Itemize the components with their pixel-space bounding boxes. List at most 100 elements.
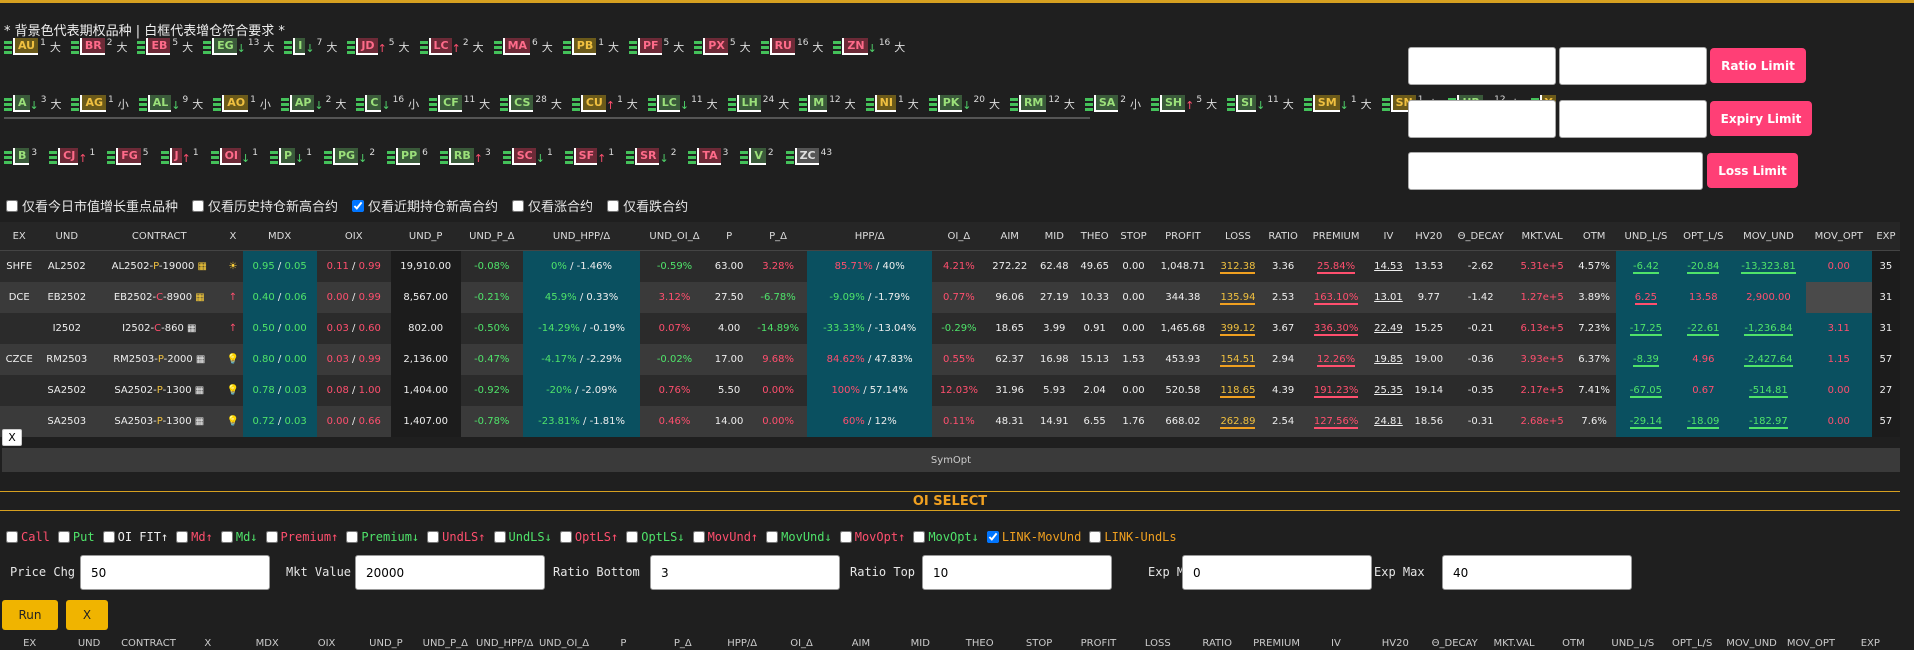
symbol-chip[interactable]: AU 1 大	[4, 38, 61, 55]
oi-filter-option[interactable]: LINK-UndLs	[1089, 530, 1177, 544]
symbol-chip[interactable]: SC ↓ 1	[502, 148, 555, 165]
column-header[interactable]: OIX	[316, 222, 391, 251]
symbol-chip[interactable]: P ↓ 1	[269, 148, 314, 165]
oi-filter-checkbox[interactable]	[102, 531, 115, 543]
oi-filter-option[interactable]: UndLS↑	[427, 530, 486, 544]
oi-filter-option[interactable]: OptLS↓	[626, 530, 685, 544]
filter-option[interactable]: 仅看跌合约	[607, 196, 688, 215]
symbol-chip[interactable]: SR ↓ 2	[626, 148, 678, 165]
oi-filter-checkbox[interactable]	[265, 531, 278, 543]
symbol-chip[interactable]: BR 2 大	[70, 38, 127, 55]
symbol-chip[interactable]: V2	[740, 148, 775, 165]
column-header[interactable]: Θ_DECAY	[1449, 222, 1513, 251]
oi-filter-checkbox[interactable]	[839, 531, 852, 543]
oi-filter-option[interactable]: MovUnd↓	[766, 530, 832, 544]
oi-filter-option[interactable]: Put	[57, 530, 95, 544]
oi-filter-option[interactable]: Md↓	[220, 530, 258, 544]
symbol-chip[interactable]: TA 3	[688, 148, 730, 165]
column-header[interactable]: STOP	[1114, 222, 1153, 251]
expiry-min-input[interactable]	[1408, 100, 1556, 138]
table-row[interactable]: SHFE AL2502 AL2502-P-19000 ▦ ☀ 0.95 / 0.05 0.…	[0, 250, 1900, 282]
oi-filter-option[interactable]: MovOpt↓	[913, 530, 979, 544]
symbol-chip[interactable]: AO 1 小	[213, 95, 271, 112]
table-row[interactable]: I2502 I2502-C-860 ▦ ↑ 0.50 / 0.00 0.03 / 0.6…	[0, 313, 1900, 344]
oi-filter-checkbox[interactable]	[913, 531, 926, 543]
column-header[interactable]: MOV_OPT	[1805, 222, 1872, 251]
symbol-chip[interactable]: B3	[4, 148, 39, 165]
column-header[interactable]: AIM	[985, 222, 1035, 251]
loss-limit-input[interactable]	[1408, 152, 1703, 190]
oi-filter-option[interactable]: LINK-MovUnd	[986, 530, 1081, 544]
oi-filter-checkbox[interactable]	[427, 531, 440, 543]
column-header[interactable]: MID	[1034, 222, 1075, 251]
symbol-chip[interactable]: SM ↓ 1 大	[1303, 95, 1372, 112]
close-table-button[interactable]: X	[2, 429, 22, 446]
oi-filter-option[interactable]: Premium↑	[265, 530, 338, 544]
param-input[interactable]: 40	[1442, 555, 1632, 590]
column-header[interactable]: THEO	[1074, 222, 1115, 251]
ratio-max-input[interactable]	[1559, 47, 1707, 85]
symbol-chip[interactable]: OI ↓ 1	[210, 148, 260, 165]
oi-filter-option[interactable]: Md↑	[176, 530, 213, 544]
oi-filter-checkbox[interactable]	[176, 531, 189, 543]
symbol-chip[interactable]: CJ ↑ 1	[49, 148, 97, 165]
symbol-chip[interactable]: CU ↑ 1 大	[571, 95, 638, 112]
symbol-chip[interactable]: RB ↑ 3	[439, 148, 493, 165]
filter-option[interactable]: 仅看今日市值增长重点品种	[6, 196, 178, 215]
symbol-chip[interactable]: PG ↓ 2	[324, 148, 377, 165]
symbol-chip[interactable]: AL ↓ 9 大	[138, 95, 203, 112]
symbol-chip[interactable]: C ↓ 16 小	[356, 95, 419, 112]
table-row[interactable]: SA2502 SA2502-P-1300 ▦ 💡 0.78 / 0.03 0.08 / …	[0, 375, 1900, 406]
column-header[interactable]: P_Δ	[749, 222, 807, 251]
param-input[interactable]: 20000	[355, 555, 545, 590]
symbol-chip[interactable]: SH ↑ 5 大	[1151, 95, 1217, 112]
symopt-bar[interactable]: SymOpt	[2, 448, 1900, 472]
symbol-chip[interactable]: MA 6 大	[493, 38, 553, 55]
oi-filter-option[interactable]: Premium↓	[346, 530, 419, 544]
oi-filter-checkbox[interactable]	[766, 531, 779, 543]
symbol-chip[interactable]: J ↑ 1	[160, 148, 201, 165]
column-header[interactable]: HPP/Δ	[806, 222, 933, 251]
column-header[interactable]: RATIO	[1262, 222, 1304, 251]
reset-x-button[interactable]: X	[66, 600, 108, 630]
oi-filter-checkbox[interactable]	[493, 531, 506, 543]
oi-filter-checkbox[interactable]	[6, 531, 18, 543]
symbol-chip[interactable]: JD ↑ 5 大	[347, 38, 410, 55]
symbol-chip[interactable]: LC ↓ 11 大	[647, 95, 718, 112]
oi-filter-checkbox[interactable]	[692, 531, 705, 543]
symbol-chip[interactable]: PK ↓ 20 大	[928, 95, 1000, 112]
column-header[interactable]: UND_HPP/Δ	[522, 222, 641, 251]
symbol-chip[interactable]: NI 1 大	[865, 95, 919, 112]
symbol-chip[interactable]: LH 24 大	[727, 95, 789, 112]
column-header[interactable]: X	[223, 222, 243, 251]
expiry-max-input[interactable]	[1559, 100, 1707, 138]
oi-filter-checkbox[interactable]	[1089, 531, 1102, 543]
oi-filter-option[interactable]: MovUnd↑	[692, 530, 758, 544]
filter-checkbox[interactable]	[607, 199, 620, 212]
symbol-chip[interactable]: AG 1 小	[71, 95, 129, 112]
symbol-chip[interactable]: PB 1 大	[562, 38, 619, 55]
column-header[interactable]: UND_P	[390, 222, 461, 251]
column-header[interactable]: UND	[38, 222, 96, 251]
column-header[interactable]: OTM	[1571, 222, 1617, 251]
symbol-chip[interactable]: CF 11 大	[429, 95, 490, 112]
table-row[interactable]: SA2503 SA2503-P-1300 ▦ 💡 0.72 / 0.03 0.00 / …	[0, 406, 1900, 437]
symbol-chip[interactable]: RM 12 大	[1009, 95, 1075, 112]
ratio-min-input[interactable]	[1408, 47, 1556, 85]
symbol-chip[interactable]: ZN ↓ 16 大	[833, 38, 905, 55]
column-header[interactable]: OI_Δ	[932, 222, 986, 251]
filter-option[interactable]: 仅看涨合约	[512, 196, 593, 215]
column-header[interactable]: MDX	[242, 222, 317, 251]
column-header[interactable]: UND_P_Δ	[460, 222, 523, 251]
column-header[interactable]: PROFIT	[1152, 222, 1214, 251]
symbol-chip[interactable]: PX 5 大	[694, 38, 751, 55]
symbol-chip[interactable]: EG ↓ 13 大	[203, 38, 274, 55]
expiry-limit-button[interactable]: Expiry Limit	[1710, 101, 1812, 136]
symbol-chip[interactable]: M 12 大	[799, 95, 856, 112]
symbol-chip[interactable]: PF 5 大	[628, 38, 684, 55]
loss-limit-button[interactable]: Loss Limit	[1707, 153, 1798, 188]
symbol-chip[interactable]: A ↓ 3 大	[4, 95, 61, 112]
table-row[interactable]: DCE EB2502 EB2502-C-8900 ▦ ↑ 0.40 / 0.06 0.00…	[0, 282, 1900, 313]
filter-checkbox[interactable]	[6, 199, 18, 212]
param-input[interactable]: 50	[80, 555, 270, 590]
